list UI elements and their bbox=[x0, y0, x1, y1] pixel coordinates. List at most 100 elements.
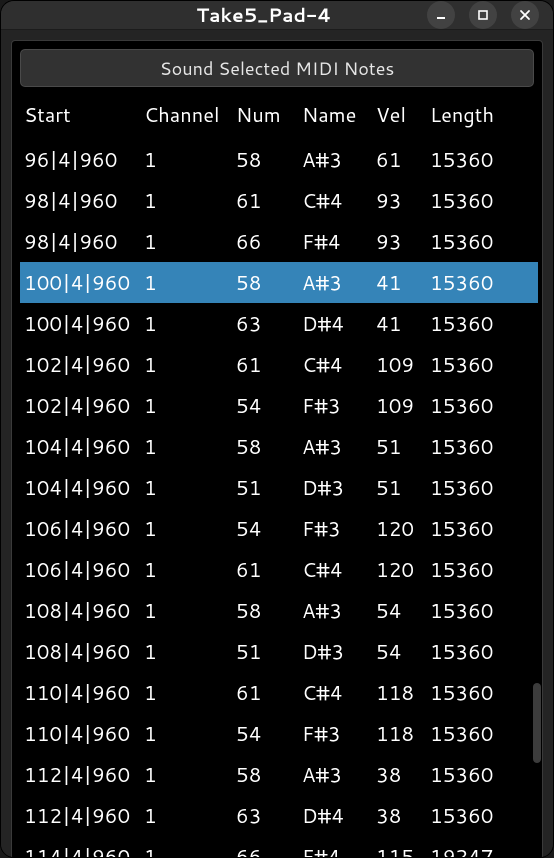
midi-notes-panel: Sound Selected MIDI Notes Start Channel … bbox=[11, 40, 543, 858]
cell-vel: 61 bbox=[372, 139, 426, 180]
table-row[interactable]: 102|4|960161C#410915360 bbox=[20, 344, 538, 385]
cell-length: 15360 bbox=[426, 795, 538, 836]
cell-vel: 120 bbox=[372, 508, 426, 549]
table-row[interactable]: 104|4|960151D#35115360 bbox=[20, 467, 538, 508]
table-row[interactable]: 100|4|960158A#34115360 bbox=[20, 262, 538, 303]
table-row[interactable]: 104|4|960158A#35115360 bbox=[20, 426, 538, 467]
cell-name: A#3 bbox=[298, 754, 372, 795]
midi-notes-table: Start Channel Num Name Vel Length 96|4|9… bbox=[20, 93, 538, 858]
cell-name: A#3 bbox=[298, 262, 372, 303]
cell-channel: 1 bbox=[140, 713, 232, 754]
cell-length: 15360 bbox=[426, 672, 538, 713]
cell-num: 54 bbox=[232, 385, 298, 426]
cell-num: 58 bbox=[232, 590, 298, 631]
cell-vel: 93 bbox=[372, 221, 426, 262]
cell-start: 100|4|960 bbox=[20, 303, 140, 344]
table-row[interactable]: 102|4|960154F#310915360 bbox=[20, 385, 538, 426]
cell-vel: 41 bbox=[372, 262, 426, 303]
cell-channel: 1 bbox=[140, 754, 232, 795]
table-row[interactable]: 106|4|960154F#312015360 bbox=[20, 508, 538, 549]
cell-channel: 1 bbox=[140, 180, 232, 221]
cell-start: 100|4|960 bbox=[20, 262, 140, 303]
table-row[interactable]: 100|4|960163D#44115360 bbox=[20, 303, 538, 344]
window-controls bbox=[427, 1, 545, 29]
maximize-button[interactable] bbox=[469, 1, 497, 29]
column-header-start[interactable]: Start bbox=[20, 93, 140, 139]
table-row[interactable]: 98|4|960166F#49315360 bbox=[20, 221, 538, 262]
cell-start: 98|4|960 bbox=[20, 221, 140, 262]
cell-channel: 1 bbox=[140, 303, 232, 344]
table-row[interactable]: 112|4|960158A#33815360 bbox=[20, 754, 538, 795]
column-header-length[interactable]: Length bbox=[426, 93, 538, 139]
cell-vel: 54 bbox=[372, 590, 426, 631]
cell-start: 114|4|960 bbox=[20, 836, 140, 858]
cell-length: 19247 bbox=[426, 836, 538, 858]
cell-name: A#3 bbox=[298, 590, 372, 631]
cell-num: 51 bbox=[232, 467, 298, 508]
table-row[interactable]: 112|4|960163D#43815360 bbox=[20, 795, 538, 836]
cell-vel: 109 bbox=[372, 344, 426, 385]
cell-channel: 1 bbox=[140, 590, 232, 631]
cell-start: 112|4|960 bbox=[20, 754, 140, 795]
cell-name: F#3 bbox=[298, 713, 372, 754]
cell-vel: 120 bbox=[372, 549, 426, 590]
cell-name: F#3 bbox=[298, 508, 372, 549]
cell-channel: 1 bbox=[140, 467, 232, 508]
sound-selected-button[interactable]: Sound Selected MIDI Notes bbox=[20, 49, 534, 87]
cell-length: 15360 bbox=[426, 549, 538, 590]
vertical-scrollbar-thumb[interactable] bbox=[533, 683, 541, 763]
table-row[interactable]: 108|4|960151D#35415360 bbox=[20, 631, 538, 672]
table-row[interactable]: 110|4|960161C#411815360 bbox=[20, 672, 538, 713]
table-row[interactable]: 110|4|960154F#311815360 bbox=[20, 713, 538, 754]
cell-start: 110|4|960 bbox=[20, 713, 140, 754]
content-area: Sound Selected MIDI Notes Start Channel … bbox=[1, 30, 553, 858]
cell-start: 98|4|960 bbox=[20, 180, 140, 221]
cell-length: 15360 bbox=[426, 303, 538, 344]
table-row[interactable]: 108|4|960158A#35415360 bbox=[20, 590, 538, 631]
column-header-vel[interactable]: Vel bbox=[372, 93, 426, 139]
cell-name: C#4 bbox=[298, 549, 372, 590]
cell-vel: 38 bbox=[372, 754, 426, 795]
minimize-button[interactable] bbox=[427, 1, 455, 29]
close-icon bbox=[519, 9, 531, 21]
table-row[interactable]: 106|4|960161C#412015360 bbox=[20, 549, 538, 590]
cell-name: F#3 bbox=[298, 385, 372, 426]
cell-vel: 118 bbox=[372, 672, 426, 713]
column-header-channel[interactable]: Channel bbox=[140, 93, 232, 139]
cell-length: 15360 bbox=[426, 467, 538, 508]
cell-channel: 1 bbox=[140, 139, 232, 180]
cell-start: 102|4|960 bbox=[20, 385, 140, 426]
cell-start: 108|4|960 bbox=[20, 631, 140, 672]
cell-vel: 115 bbox=[372, 836, 426, 858]
cell-channel: 1 bbox=[140, 672, 232, 713]
cell-vel: 54 bbox=[372, 631, 426, 672]
column-header-name[interactable]: Name bbox=[298, 93, 372, 139]
cell-num: 66 bbox=[232, 221, 298, 262]
cell-channel: 1 bbox=[140, 549, 232, 590]
cell-start: 108|4|960 bbox=[20, 590, 140, 631]
column-header-num[interactable]: Num bbox=[232, 93, 298, 139]
cell-channel: 1 bbox=[140, 631, 232, 672]
cell-vel: 51 bbox=[372, 426, 426, 467]
cell-length: 15360 bbox=[426, 590, 538, 631]
cell-channel: 1 bbox=[140, 385, 232, 426]
cell-num: 58 bbox=[232, 139, 298, 180]
cell-name: F#4 bbox=[298, 836, 372, 858]
titlebar: Take5_Pad-4 bbox=[1, 1, 553, 30]
cell-length: 15360 bbox=[426, 508, 538, 549]
table-row[interactable]: 98|4|960161C#49315360 bbox=[20, 180, 538, 221]
cell-vel: 41 bbox=[372, 303, 426, 344]
cell-name: C#4 bbox=[298, 180, 372, 221]
table-scroll-area[interactable]: Start Channel Num Name Vel Length 96|4|9… bbox=[12, 93, 542, 858]
table-row[interactable]: 96|4|960158A#36115360 bbox=[20, 139, 538, 180]
cell-channel: 1 bbox=[140, 426, 232, 467]
cell-vel: 109 bbox=[372, 385, 426, 426]
close-button[interactable] bbox=[511, 1, 539, 29]
cell-num: 61 bbox=[232, 344, 298, 385]
cell-channel: 1 bbox=[140, 221, 232, 262]
cell-start: 104|4|960 bbox=[20, 467, 140, 508]
table-row[interactable]: 114|4|960166F#411519247 bbox=[20, 836, 538, 858]
cell-start: 106|4|960 bbox=[20, 549, 140, 590]
cell-start: 112|4|960 bbox=[20, 795, 140, 836]
cell-channel: 1 bbox=[140, 836, 232, 858]
